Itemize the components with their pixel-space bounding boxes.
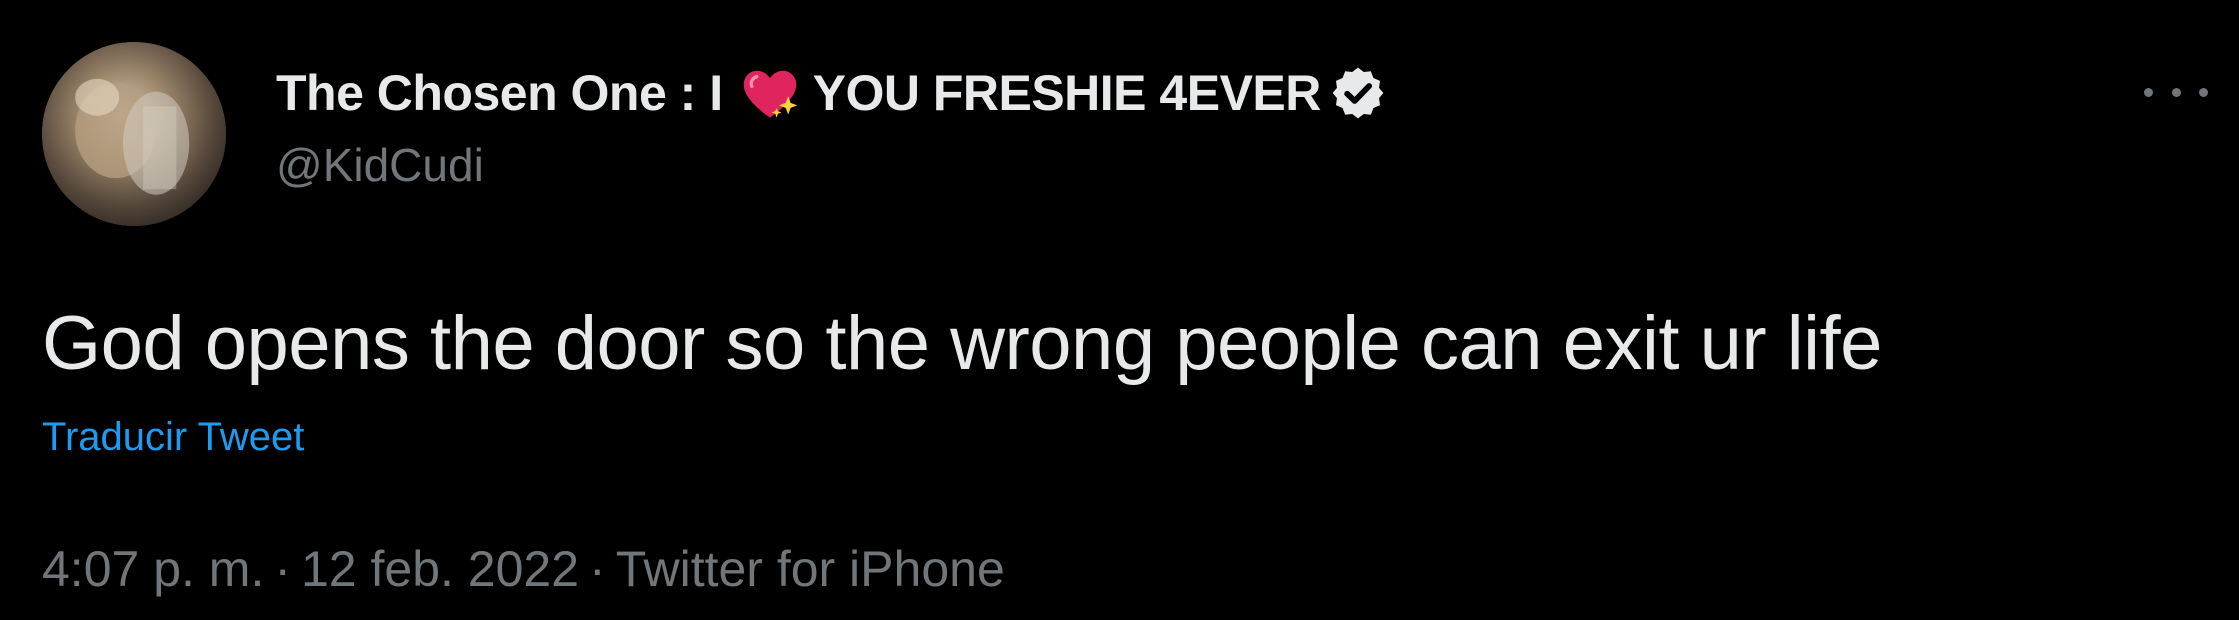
meta-separator: · (274, 541, 291, 597)
tweet-text: God opens the door so the wrong people c… (42, 301, 1882, 386)
display-name-suffix[interactable]: YOU FRESHIE 4EVER (813, 64, 1322, 122)
more-dot (2171, 87, 2181, 97)
tweet-time[interactable]: 4:07 p. m. (42, 541, 264, 597)
author-handle[interactable]: @KidCudi (276, 138, 484, 192)
translate-tweet-link[interactable]: Traducir Tweet (42, 415, 304, 460)
avatar[interactable] (42, 42, 226, 226)
tweet-source[interactable]: Twitter for iPhone (616, 541, 1005, 597)
more-dot (2144, 87, 2153, 97)
tweet-date[interactable]: 12 feb. 2022 (301, 541, 579, 597)
more-dot (2199, 87, 2208, 97)
author-name-row[interactable]: The Chosen One : I YOU FRESHIE 4EVER (276, 58, 1387, 128)
tweet-meta: 4:07 p. m. · 12 feb. 2022 · Twitter for iPho… (42, 540, 1005, 598)
meta-separator: · (589, 541, 606, 597)
verified-badge-icon (1329, 64, 1387, 122)
sparkling-heart-icon (737, 60, 803, 126)
more-options-icon[interactable] (2144, 72, 2208, 112)
tweet-card: The Chosen One : I YOU FRESHIE 4EVER @Ki… (0, 0, 2239, 620)
display-name-prefix[interactable]: The Chosen One : I (276, 64, 723, 122)
avatar-image (42, 42, 226, 226)
